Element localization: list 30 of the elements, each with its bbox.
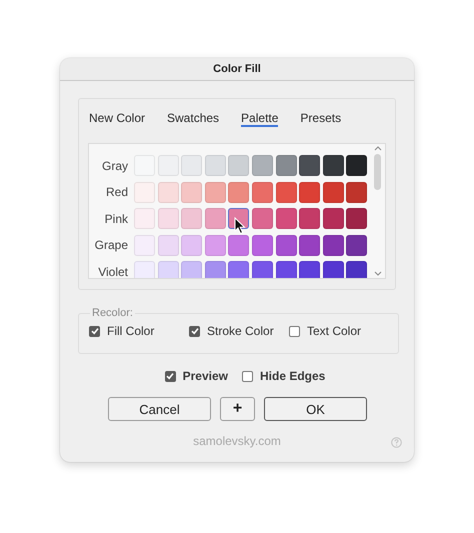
row-label: Pink [104, 212, 128, 226]
cancel-button[interactable]: Cancel [108, 397, 211, 421]
checkbox[interactable] [164, 370, 176, 382]
checkbox[interactable] [89, 326, 100, 336]
row-label: Red [104, 185, 128, 199]
ok-button[interactable]: OK [264, 397, 367, 421]
scroll-down-icon[interactable] [374, 271, 382, 276]
checkbox-label[interactable]: Hide Edges [260, 369, 326, 383]
checkbox-label[interactable]: Preview [182, 369, 228, 383]
credit-text: samolevsky.com [193, 434, 281, 448]
scroll-up-icon[interactable] [374, 146, 382, 151]
row-label: Grape [94, 238, 128, 252]
checkbox-label[interactable]: Stroke Color [207, 324, 274, 338]
tab[interactable]: Palette [241, 108, 278, 127]
tab[interactable]: Swatches [167, 108, 220, 127]
tab[interactable]: Presets [300, 108, 342, 127]
pointer-icon [234, 217, 246, 235]
row-label: Gray [100, 158, 128, 172]
checkbox[interactable] [242, 370, 253, 382]
checkbox-label[interactable]: Fill Color [107, 324, 154, 338]
window-title: Color Fill [213, 63, 261, 75]
checkbox-label[interactable]: Text Color [307, 324, 362, 338]
checkbox[interactable] [289, 326, 300, 336]
scrollbar[interactable] [372, 146, 383, 276]
scrollbar-thumb[interactable] [374, 154, 381, 190]
add-button[interactable]: + [220, 397, 255, 421]
row-label: Violet [97, 264, 128, 278]
checkbox[interactable] [189, 326, 200, 336]
group-label: Recolor: [91, 307, 134, 319]
tab[interactable]: New Color [89, 108, 146, 127]
